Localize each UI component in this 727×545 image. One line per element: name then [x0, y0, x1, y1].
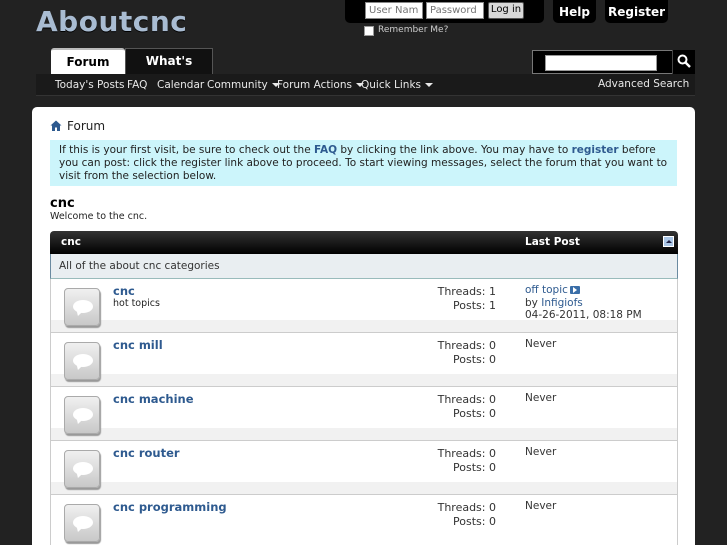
forum-title[interactable]: cnc programming [113, 500, 227, 514]
forum-last-post: Never [525, 392, 557, 404]
collapse-icon[interactable] [663, 236, 674, 247]
tab-whats-new[interactable]: What's New? [125, 48, 213, 92]
home-icon[interactable] [50, 120, 62, 132]
last-post-user[interactable]: Infigiofs [541, 297, 583, 309]
forum-title[interactable]: cnc router [113, 446, 180, 460]
forum-title[interactable]: cnc [113, 284, 135, 298]
category-title: cnc [50, 196, 75, 211]
subnav-quick-links[interactable]: Quick Links [361, 79, 434, 91]
forum-row: cnc mill Threads: 0 Posts: 0 Never [50, 333, 678, 387]
subnav-calendar[interactable]: Calendar [157, 79, 204, 91]
forum-description: hot topics [113, 298, 160, 309]
help-button[interactable]: Help [553, 0, 596, 23]
forum-row: cnc machine Threads: 0 Posts: 0 Never [50, 387, 678, 441]
subnav-community[interactable]: Community [207, 79, 280, 91]
search-icon[interactable] [672, 50, 695, 74]
go-to-post-icon[interactable] [569, 286, 580, 294]
forum-stats: Threads: 0 Posts: 0 [437, 393, 496, 420]
magnifier-icon [677, 54, 691, 68]
last-post-title[interactable]: off topic [525, 284, 568, 296]
register-button[interactable]: Register [605, 0, 668, 23]
password-input[interactable] [426, 2, 484, 19]
forum-last-post: Never [525, 446, 557, 458]
tab-forum[interactable]: Forum [51, 48, 125, 74]
subnav-forum-actions[interactable]: Forum Actions [277, 79, 364, 91]
forum-status-icon [64, 504, 100, 542]
chevron-down-icon [425, 83, 434, 87]
faq-link[interactable]: FAQ [314, 144, 337, 156]
username-input[interactable] [365, 2, 423, 19]
forum-stats: Threads: 0 Posts: 0 [437, 339, 496, 366]
forum-row: cnc hot topics Threads: 1 Posts: 1 off to… [50, 279, 678, 333]
forum-title[interactable]: cnc machine [113, 392, 194, 406]
forum-row: cnc programming Threads: 0 Posts: 0 Never [50, 495, 678, 545]
subnav-todays-posts[interactable]: Today's Posts [55, 79, 125, 91]
header-last-post: Last Post [525, 236, 580, 248]
login-button[interactable]: Log in [488, 2, 524, 19]
forum-stats: Threads: 1 Posts: 1 [437, 285, 496, 312]
remember-me-label: Remember Me? [378, 25, 449, 35]
forum-status-icon [64, 288, 100, 326]
subnav-faq[interactable]: FAQ [127, 79, 147, 91]
advanced-search-link[interactable]: Advanced Search [598, 78, 689, 90]
forum-stats: Threads: 0 Posts: 0 [437, 447, 496, 474]
breadcrumb-forum[interactable]: Forum [67, 119, 105, 133]
forum-last-post: off topic by Infigiofs 04-26-2011, 08:18… [525, 284, 642, 321]
category-strip-text: All of the about cnc categories [59, 260, 220, 272]
forum-row: cnc router Threads: 0 Posts: 0 Never [50, 441, 678, 495]
forum-status-icon [64, 342, 100, 380]
remember-me-checkbox[interactable] [364, 26, 374, 36]
forum-status-icon [64, 450, 100, 488]
category-description: Welcome to the cnc. [50, 211, 148, 222]
forum-title[interactable]: cnc mill [113, 338, 163, 352]
forum-stats: Threads: 0 Posts: 0 [437, 501, 496, 528]
header-category-name[interactable]: cnc [61, 236, 81, 248]
search-input[interactable] [545, 55, 657, 71]
forum-last-post: Never [525, 338, 557, 350]
register-link[interactable]: register [572, 144, 619, 156]
forum-table-header [50, 231, 678, 254]
site-logo[interactable]: Aboutcnc [36, 5, 187, 38]
welcome-notice: If this is your first visit, be sure to … [50, 140, 677, 186]
forum-last-post: Never [525, 500, 557, 512]
forum-status-icon [64, 396, 100, 434]
